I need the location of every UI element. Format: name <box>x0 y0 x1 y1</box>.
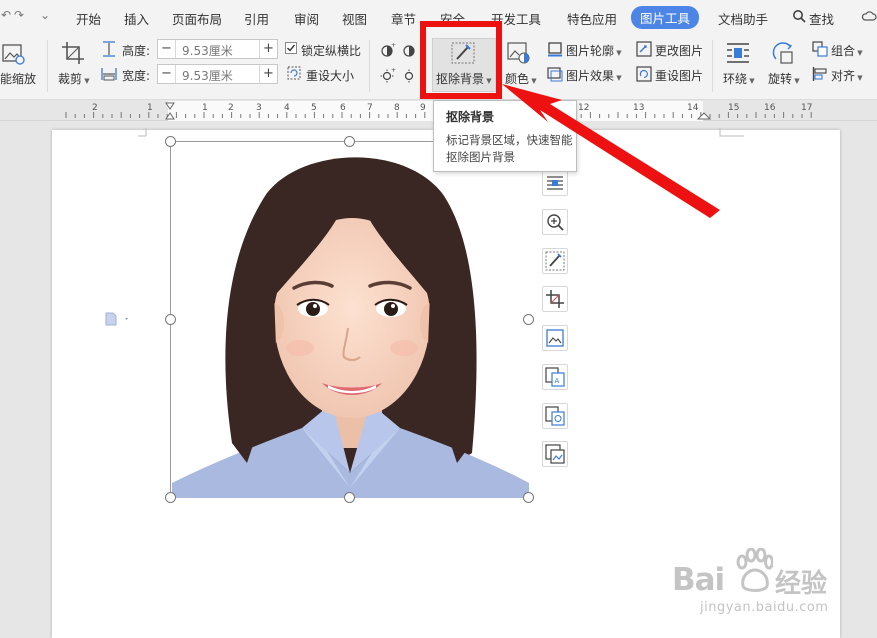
watermark-brand-suffix: 经验 <box>775 569 828 599</box>
resize-handle-bottom-left[interactable] <box>165 492 176 503</box>
portrait-illustration <box>172 157 529 498</box>
resize-handle-bottom[interactable] <box>344 492 355 503</box>
layout-options-side-button[interactable] <box>542 170 568 196</box>
wrap-options-icon <box>547 176 563 190</box>
resize-handle-top-left[interactable] <box>165 136 176 147</box>
crop-side-button[interactable] <box>542 286 568 312</box>
tooltip-title: 抠除背景 <box>446 110 495 124</box>
resize-handle-top[interactable] <box>344 136 355 147</box>
paw-logo-icon <box>735 547 774 597</box>
remove-background-side-icon <box>545 251 565 271</box>
annotation-highlight-box <box>420 21 502 99</box>
picture-settings-icon <box>545 444 565 464</box>
picture-compress-side-button[interactable] <box>542 325 568 351</box>
picture-to-text-side-button[interactable]: A <box>542 364 568 390</box>
svg-text:A: A <box>555 377 560 385</box>
picture-settings-side-button[interactable] <box>542 441 568 467</box>
resize-handle-right[interactable] <box>523 314 534 325</box>
tooltip-description: 标记背景区域，快速智能抠除图片背景 <box>446 133 573 164</box>
resize-handle-bottom-right[interactable] <box>523 492 534 503</box>
watermark-url: jingyan.baidu.com <box>700 600 829 615</box>
zoom-in-icon <box>547 214 564 231</box>
remove-background-side-button[interactable] <box>542 248 568 274</box>
wps-writer-window: ↶ ↷ ⌄ 开始 插入 页面布局 引用 审阅 视图 章节 安全 开发工具 特色应… <box>0 0 877 638</box>
selected-photo-frame[interactable] <box>170 141 529 498</box>
resize-handle-left[interactable] <box>165 314 176 325</box>
remove-background-tooltip: 抠除背景 标记背景区域，快速智能抠除图片背景 <box>433 100 577 172</box>
watermark-brand: Bai <box>672 562 725 598</box>
picture-to-text-icon: A <box>545 367 565 387</box>
crop-side-icon <box>546 290 564 308</box>
portrait-photo[interactable] <box>172 143 529 498</box>
translate-picture-icon <box>545 406 565 426</box>
picture-translate-side-button[interactable] <box>542 403 568 429</box>
zoom-side-button[interactable] <box>542 209 568 235</box>
compress-picture-icon <box>546 329 564 347</box>
layout-options-icon[interactable] <box>104 311 132 330</box>
